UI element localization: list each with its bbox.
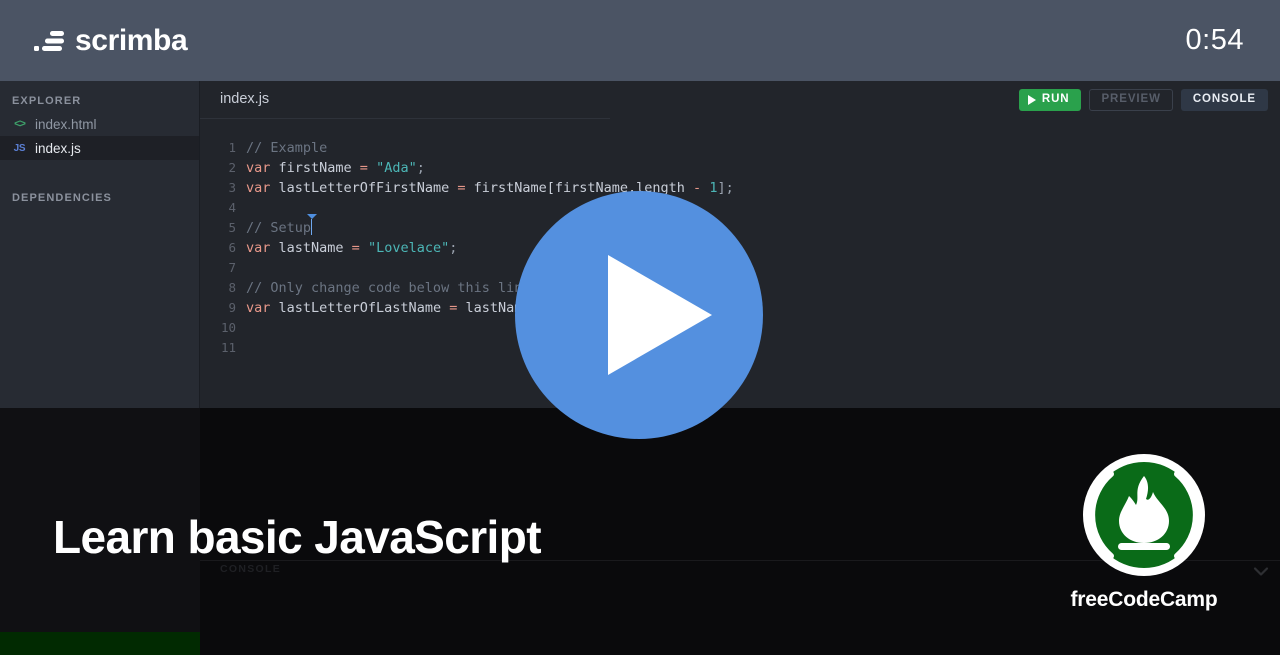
sidebar-file-index-html[interactable]: <> index.html (0, 112, 199, 136)
line-number: 8 (228, 280, 236, 295)
html-file-icon: <> (14, 118, 26, 130)
line-number: 1 (228, 140, 236, 155)
play-icon (608, 255, 712, 375)
brand-name: scrimba (75, 23, 188, 57)
file-explorer-sidebar: EXPLORER <> index.html JS index.js DEPEN… (0, 81, 200, 408)
top-bar: scrimba 0:54 (0, 0, 1280, 81)
code-line[interactable]: 1 // Example (200, 138, 1280, 158)
chevron-down-icon[interactable] (1250, 560, 1272, 582)
line-number: 7 (228, 260, 236, 275)
tab-index-js[interactable]: index.js (220, 92, 269, 107)
line-number: 5 (228, 220, 236, 235)
code-line-text: // Only change code below this line. (246, 280, 539, 296)
course-title: Learn basic JavaScript (53, 511, 542, 563)
video-play-button[interactable] (515, 191, 763, 439)
text-cursor (307, 214, 318, 235)
line-number: 4 (228, 200, 236, 215)
freecodecamp-badge: freeCodeCamp (1057, 452, 1231, 612)
progress-green-bar (0, 632, 200, 655)
code-line[interactable]: 4 (200, 198, 1280, 218)
editor-action-buttons: RUN PREVIEW CONSOLE (1018, 88, 1268, 111)
line-number: 6 (228, 240, 236, 255)
code-line-text: var firstName = "Ada"; (246, 160, 425, 176)
line-number: 3 (228, 180, 236, 195)
code-line[interactable]: 3 var lastLetterOfFirstName = firstName[f… (200, 178, 1280, 198)
file-label: index.html (35, 116, 97, 132)
freecodecamp-flame-logo (1083, 454, 1205, 576)
play-icon (1027, 94, 1036, 105)
app-root: scrimba 0:54 EXPLORER <> index.html JS i… (0, 0, 1280, 655)
dependencies-heading: DEPENDENCIES (12, 192, 112, 204)
editor-toolbar: index.js RUN PREVIEW CONSOLE (200, 81, 1280, 118)
code-line-text: // Example (246, 140, 328, 156)
file-label: index.js (35, 140, 81, 156)
scrimba-brand[interactable]: scrimba (34, 23, 188, 57)
code-line-text: // Setup (246, 214, 318, 236)
sidebar-file-index-js[interactable]: JS index.js (0, 136, 199, 160)
explorer-heading: EXPLORER (12, 95, 82, 107)
code-line[interactable]: 5 // Setup (200, 214, 1280, 238)
console-button[interactable]: CONSOLE (1180, 88, 1268, 111)
code-line-text: var lastLetterOfLastName = lastName; (246, 300, 539, 316)
code-line[interactable]: 2 var firstName = "Ada"; (200, 158, 1280, 178)
run-button-label: RUN (1041, 92, 1070, 105)
scrimba-logo-icon (34, 30, 64, 51)
line-number: 10 (220, 320, 236, 335)
js-file-icon: JS (13, 142, 26, 154)
recording-timer: 0:54 (1185, 24, 1244, 56)
code-line-text: var lastName = "Lovelace"; (246, 240, 458, 256)
line-number: 2 (228, 160, 236, 175)
preview-button[interactable]: PREVIEW (1089, 88, 1173, 111)
line-number: 11 (220, 340, 236, 355)
run-button[interactable]: RUN (1018, 88, 1082, 111)
line-number: 9 (228, 300, 236, 315)
freecodecamp-name: freeCodeCamp (1070, 588, 1218, 611)
